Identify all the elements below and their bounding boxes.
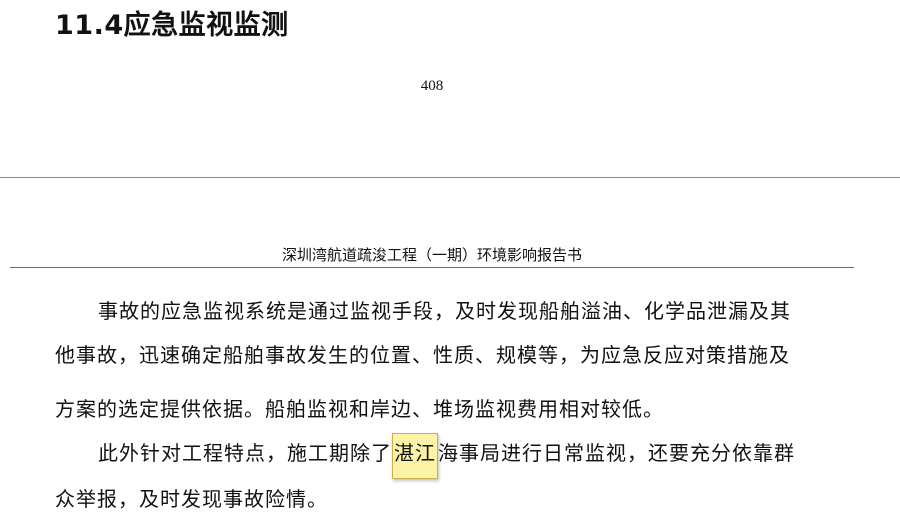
section-heading: 11.4应急监视监测: [55, 10, 289, 41]
running-header: 深圳湾航道疏浚工程（一期）环境影响报告书: [281, 246, 582, 264]
paragraph1-line1: 事故的应急监视系统是通过监视手段，及时发现船舶溢油、化学品泄漏及其: [98, 299, 791, 323]
header-rule: [10, 267, 854, 268]
page-break-divider: [0, 177, 900, 178]
paragraph2-line2: 众举报，及时发现事故险情。: [55, 487, 328, 511]
paragraph1-line2: 他事故，迅速确定船舶事故发生的位置、性质、规模等，为应急反应对策措施及: [55, 343, 790, 367]
paragraph1-line3: 方案的选定提供依据。船舶监视和岸边、堆场监视费用相对较低。: [55, 397, 664, 421]
paragraph2-line1-text-before: 此外针对工程特点，施工期除了: [98, 441, 392, 465]
paragraph2-line1-text-after: 海事局进行日常监视，还要充分依靠群: [438, 441, 795, 465]
page-number: 408: [420, 78, 444, 94]
paragraph2-line1: 此外针对工程特点，施工期除了 湛江 海事局进行日常监视，还要充分依靠群: [98, 433, 795, 479]
highlighted-text[interactable]: 湛江: [392, 433, 438, 479]
